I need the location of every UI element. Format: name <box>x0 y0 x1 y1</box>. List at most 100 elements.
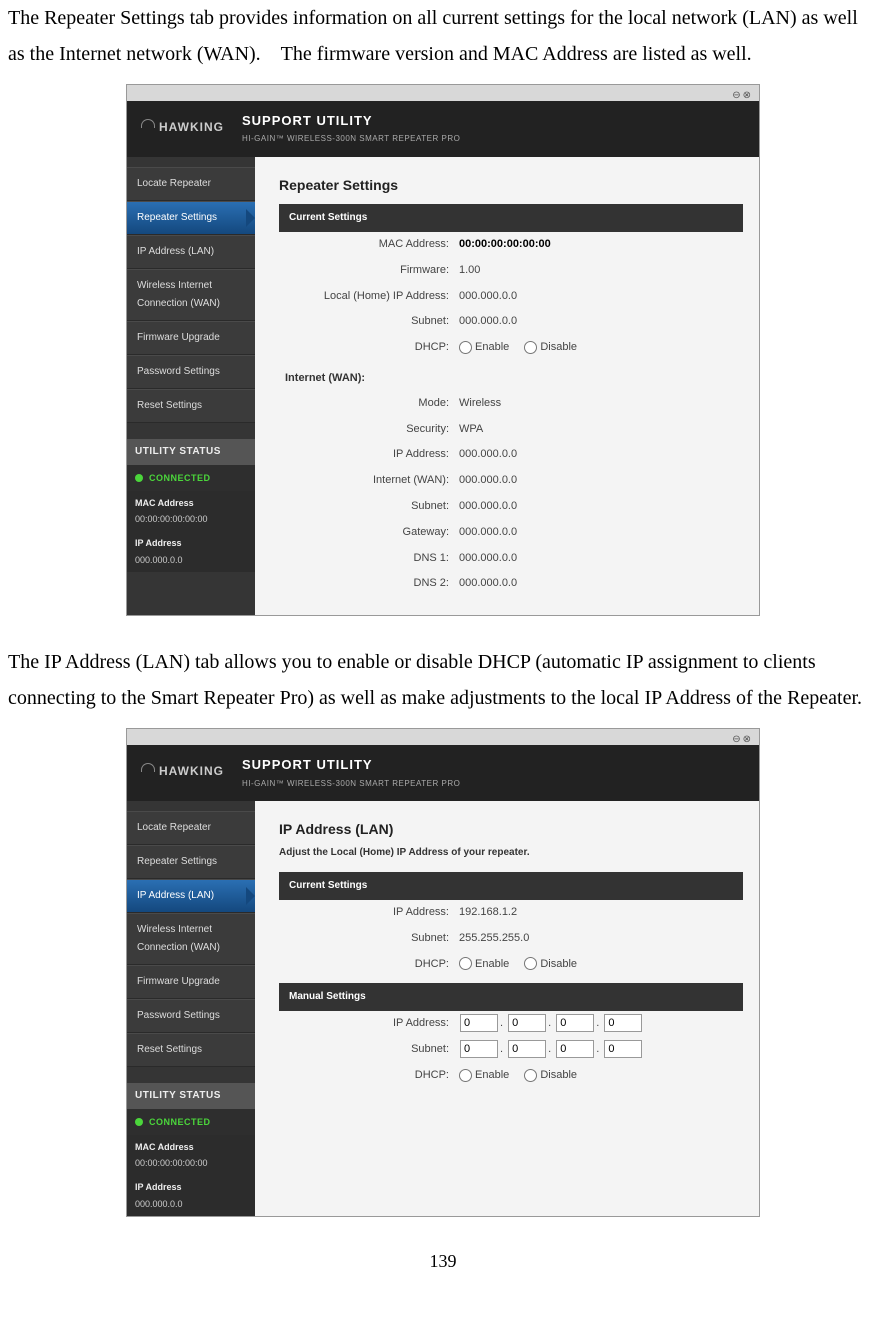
row-wan-dns1: DNS 1:000.000.0.0 <box>279 546 743 572</box>
sidebar-item-password-settings[interactable]: Password Settings <box>127 999 255 1033</box>
sidebar-item-password-settings[interactable]: Password Settings <box>127 355 255 389</box>
current-settings-bar: Current Settings <box>279 872 743 900</box>
app-header: HAWKING SUPPORT UTILITY HI-GAIN™ WIRELES… <box>127 101 759 157</box>
sidebar-item-locate-repeater[interactable]: Locate Repeater <box>127 167 255 201</box>
sidebar-item-ip-address-lan[interactable]: IP Address (LAN) <box>127 879 255 913</box>
sidebar-item-repeater-settings[interactable]: Repeater Settings <box>127 201 255 235</box>
cur-dhcp-enable-option[interactable]: Enable <box>459 958 509 970</box>
status-mac-label: MAC Address <box>135 495 247 511</box>
sidebar-item-firmware-upgrade[interactable]: Firmware Upgrade <box>127 321 255 355</box>
status-mac-label: MAC Address <box>135 1139 247 1155</box>
row-cur-dhcp: DHCP: Enable Disable <box>279 952 743 978</box>
ip-octet-2[interactable] <box>508 1014 546 1032</box>
app-title: SUPPORT UTILITY <box>242 753 460 776</box>
app-title: SUPPORT UTILITY <box>242 109 460 132</box>
ip-octet-4[interactable] <box>604 1014 642 1032</box>
status-ip: IP Address 000.000.0.0 <box>127 1175 255 1215</box>
dhcp-disable-option[interactable]: Disable <box>524 341 577 353</box>
status-ip: IP Address 000.000.0.0 <box>127 531 255 571</box>
page-title: Repeater Settings <box>279 173 743 198</box>
window-titlebar: ⊖⊗ <box>127 85 759 101</box>
dhcp-enable-option[interactable]: Enable <box>459 341 509 353</box>
connection-status: CONNECTED <box>127 465 255 491</box>
row-wan-internet: Internet (WAN):000.000.0.0 <box>279 468 743 494</box>
status-dot-icon <box>135 1118 143 1126</box>
sidebar-item-wireless-wan[interactable]: Wireless Internet Connection (WAN) <box>127 913 255 965</box>
row-cur-subnet: Subnet:255.255.255.0 <box>279 926 743 952</box>
app-window-ip-address-lan: ⊖⊗ HAWKING SUPPORT UTILITY HI-GAIN™ WIRE… <box>126 728 760 1217</box>
page-subtitle: Adjust the Local (Home) IP Address of yo… <box>279 844 743 862</box>
cur-dhcp-disable-radio[interactable] <box>524 957 537 970</box>
sidebar-item-firmware-upgrade[interactable]: Firmware Upgrade <box>127 965 255 999</box>
app-title-block: SUPPORT UTILITY HI-GAIN™ WIRELESS-300N S… <box>242 753 460 791</box>
window-controls[interactable]: ⊖⊗ <box>732 87 753 105</box>
row-cur-ip: IP Address:192.168.1.2 <box>279 900 743 926</box>
row-wan-mode: Mode:Wireless <box>279 391 743 417</box>
subnet-octet-3[interactable] <box>556 1040 594 1058</box>
status-mac: MAC Address 00:00:00:00:00:00 <box>127 491 255 531</box>
page-number: 139 <box>8 1245 878 1277</box>
row-firmware: Firmware:1.00 <box>279 258 743 284</box>
window-titlebar: ⊖⊗ <box>127 729 759 745</box>
sidebar-item-ip-address-lan[interactable]: IP Address (LAN) <box>127 235 255 269</box>
row-wan-ip: IP Address:000.000.0.0 <box>279 442 743 468</box>
dhcp-disable-radio[interactable] <box>524 341 537 354</box>
row-dhcp: DHCP: Enable Disable <box>279 335 743 361</box>
doc-paragraph-1: The Repeater Settings tab provides infor… <box>8 0 878 72</box>
connection-status-text: CONNECTED <box>149 1114 211 1130</box>
man-dhcp-disable-option[interactable]: Disable <box>524 1069 577 1081</box>
window-controls[interactable]: ⊖⊗ <box>732 731 753 749</box>
utility-status-panel: UTILITY STATUS CONNECTED MAC Address 00:… <box>127 1083 255 1216</box>
cur-dhcp-enable-radio[interactable] <box>459 957 472 970</box>
dhcp-enable-radio[interactable] <box>459 341 472 354</box>
subnet-octet-1[interactable] <box>460 1040 498 1058</box>
utility-status-header: UTILITY STATUS <box>127 439 255 465</box>
status-mac: MAC Address 00:00:00:00:00:00 <box>127 1135 255 1175</box>
app-subtitle: HI-GAIN™ WIRELESS-300N SMART REPEATER PR… <box>242 132 460 146</box>
subnet-octet-4[interactable] <box>604 1040 642 1058</box>
sidebar-item-wireless-wan[interactable]: Wireless Internet Connection (WAN) <box>127 269 255 321</box>
row-man-subnet: Subnet: . . . <box>279 1037 743 1063</box>
app-subtitle: HI-GAIN™ WIRELESS-300N SMART REPEATER PR… <box>242 777 460 791</box>
sidebar-item-repeater-settings[interactable]: Repeater Settings <box>127 845 255 879</box>
row-wan-subnet: Subnet:000.000.0.0 <box>279 494 743 520</box>
status-ip-value: 000.000.0.0 <box>135 1196 247 1212</box>
row-local-ip: Local (Home) IP Address:000.000.0.0 <box>279 284 743 310</box>
main-panel: IP Address (LAN) Adjust the Local (Home)… <box>255 801 759 1216</box>
row-wan-security: Security:WPA <box>279 417 743 443</box>
man-dhcp-enable-option[interactable]: Enable <box>459 1069 509 1081</box>
sidebar: Locate Repeater Repeater Settings IP Add… <box>127 801 255 1216</box>
row-mac: MAC Address:00:00:00:00:00:00 <box>279 232 743 258</box>
cur-dhcp-disable-option[interactable]: Disable <box>524 958 577 970</box>
sidebar-item-reset-settings[interactable]: Reset Settings <box>127 389 255 423</box>
brand-logo: HAWKING <box>141 117 224 139</box>
page-title: IP Address (LAN) <box>279 817 743 842</box>
row-man-ip: IP Address: . . . <box>279 1011 743 1037</box>
sidebar: Locate Repeater Repeater Settings IP Add… <box>127 157 255 615</box>
app-header: HAWKING SUPPORT UTILITY HI-GAIN™ WIRELES… <box>127 745 759 801</box>
row-wan-dns2: DNS 2:000.000.0.0 <box>279 571 743 597</box>
man-dhcp-disable-radio[interactable] <box>524 1069 537 1082</box>
manual-settings-bar: Manual Settings <box>279 983 743 1011</box>
utility-status-panel: UTILITY STATUS CONNECTED MAC Address 00:… <box>127 439 255 572</box>
ip-octet-3[interactable] <box>556 1014 594 1032</box>
app-window-repeater-settings: ⊖⊗ HAWKING SUPPORT UTILITY HI-GAIN™ WIRE… <box>126 84 760 616</box>
row-subnet: Subnet:000.000.0.0 <box>279 309 743 335</box>
ip-octet-1[interactable] <box>460 1014 498 1032</box>
connection-status-text: CONNECTED <box>149 470 211 486</box>
current-settings-bar: Current Settings <box>279 204 743 232</box>
man-dhcp-enable-radio[interactable] <box>459 1069 472 1082</box>
status-mac-value: 00:00:00:00:00:00 <box>135 511 247 527</box>
wan-heading: Internet (WAN): <box>285 369 743 389</box>
row-wan-gateway: Gateway:000.000.0.0 <box>279 520 743 546</box>
sidebar-item-reset-settings[interactable]: Reset Settings <box>127 1033 255 1067</box>
subnet-octet-2[interactable] <box>508 1040 546 1058</box>
status-ip-value: 000.000.0.0 <box>135 552 247 568</box>
status-mac-value: 00:00:00:00:00:00 <box>135 1155 247 1171</box>
sidebar-item-locate-repeater[interactable]: Locate Repeater <box>127 811 255 845</box>
status-ip-label: IP Address <box>135 1179 247 1195</box>
brand-logo: HAWKING <box>141 761 224 783</box>
status-dot-icon <box>135 474 143 482</box>
status-ip-label: IP Address <box>135 535 247 551</box>
main-panel: Repeater Settings Current Settings MAC A… <box>255 157 759 615</box>
